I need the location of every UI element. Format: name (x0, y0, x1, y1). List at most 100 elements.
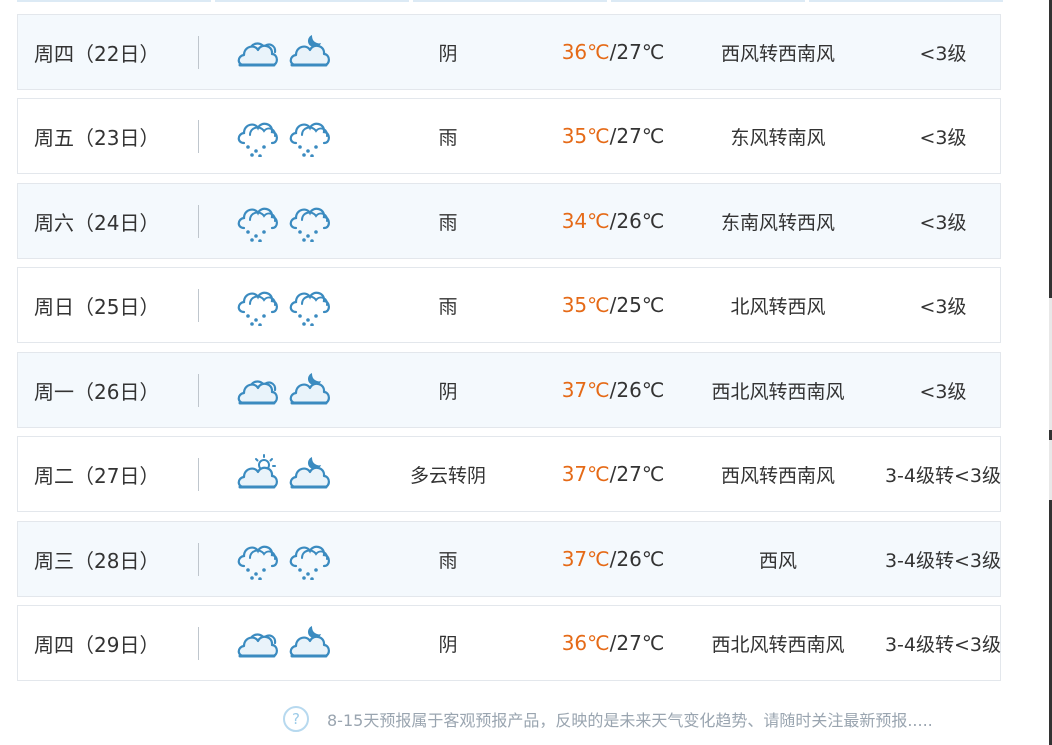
weather-icons (234, 451, 338, 495)
day-label: 周二（27日） (34, 463, 160, 488)
weather-icons (234, 620, 338, 664)
weather-description: 雨 (438, 126, 458, 149)
temp-high: 35℃ (561, 293, 610, 317)
divider (198, 458, 199, 491)
weather-description: 阴 (438, 380, 458, 403)
day-label: 周六（24日） (34, 210, 160, 235)
partly-cloudy-icon (237, 454, 278, 489)
temp-low: /27℃ (609, 124, 665, 148)
weather-description: 阴 (438, 633, 458, 656)
forecast-row: 周二（27日） 多云转阴 37℃/27℃ 西风转西南风 3-4级转<3级 (17, 436, 1001, 512)
wind-direction: 北风转西风 (730, 295, 826, 318)
temperature: 35℃/27℃ (538, 124, 688, 148)
weather-icons (234, 536, 338, 580)
wind-level: <3级 (919, 295, 967, 318)
tab-indicator (611, 0, 805, 2)
wind-level: <3级 (919, 211, 967, 234)
tab-indicator (17, 0, 211, 2)
divider (198, 205, 199, 238)
temp-low: /27℃ (609, 631, 665, 655)
temp-low: /26℃ (609, 378, 665, 402)
weather-icons (234, 367, 338, 411)
temp-low: /26℃ (609, 547, 665, 571)
temp-high: 36℃ (561, 631, 610, 655)
weather-icons (234, 198, 338, 242)
weather-icons (234, 113, 338, 157)
temperature: 35℃/25℃ (538, 293, 688, 317)
divider (198, 374, 199, 407)
wind-direction: 西北风转西南风 (711, 633, 845, 656)
temp-high: 37℃ (561, 462, 610, 486)
forecast-row: 周六（24日） 雨 34℃/26℃ 东南风转西风 <3级 (17, 183, 1001, 259)
forecast-disclaimer: ? 8-15天预报属于客观预报产品，反映的是未来天气变化趋势、请随时关注最新预报… (283, 704, 933, 734)
rain-icon (237, 545, 278, 580)
day-label: 周一（26日） (34, 379, 160, 404)
divider (198, 36, 199, 69)
tab-indicator (215, 0, 409, 2)
wind-direction: 东风转南风 (730, 126, 826, 149)
day-label: 周四（29日） (34, 632, 160, 657)
overcast-icon (237, 42, 278, 67)
temp-high: 36℃ (561, 40, 610, 64)
wind-level: <3级 (919, 42, 967, 65)
tab-strip (17, 0, 1003, 2)
day-label: 周日（25日） (34, 294, 160, 319)
day-label: 周三（28日） (34, 548, 160, 573)
divider (198, 289, 199, 322)
day-label: 周五（23日） (34, 125, 160, 150)
wind-direction: 西北风转西南风 (711, 380, 845, 403)
cloudy-night-icon (289, 457, 330, 489)
forecast-row: 周三（28日） 雨 37℃/26℃ 西风 3-4级转<3级 (17, 521, 1001, 597)
rain-icon (289, 207, 330, 242)
wind-direction: 东南风转西风 (720, 211, 835, 234)
weather-description: 雨 (438, 549, 458, 572)
divider (198, 120, 199, 153)
tab-indicator (413, 0, 607, 2)
overcast-icon (237, 633, 278, 658)
rain-icon (237, 207, 278, 242)
question-icon[interactable]: ? (283, 706, 309, 732)
tab-indicator (809, 0, 1003, 2)
temperature: 34℃/26℃ (538, 209, 688, 233)
weather-icons (234, 29, 338, 73)
temp-low: /27℃ (609, 40, 665, 64)
forecast-row: 周五（23日） 雨 35℃/27℃ 东风转南风 <3级 (17, 98, 1001, 174)
forecast-row: 周四（22日） 阴 36℃/27℃ 西风转西南风 <3级 (17, 14, 1001, 90)
temperature: 36℃/27℃ (538, 631, 688, 655)
forecast-row: 周一（26日） 阴 37℃/26℃ 西北风转西南风 <3级 (17, 352, 1001, 428)
temperature: 37℃/26℃ (538, 378, 688, 402)
wind-level: <3级 (919, 380, 967, 403)
wind-level: 3-4级转<3级 (884, 464, 1002, 487)
wind-direction: 西风转西南风 (720, 464, 835, 487)
weather-icons (234, 282, 338, 326)
weather-description: 阴 (438, 42, 458, 65)
rain-icon (289, 291, 330, 326)
temp-high: 37℃ (561, 547, 610, 571)
rain-icon (237, 122, 278, 157)
temperature: 37℃/27℃ (538, 462, 688, 486)
forecast-row: 周日（25日） 雨 35℃/25℃ 北风转西风 <3级 (17, 267, 1001, 343)
divider (198, 627, 199, 660)
cloudy-night-icon (289, 626, 330, 658)
divider (198, 543, 199, 576)
rain-icon (289, 122, 330, 157)
wind-level: 3-4级转<3级 (884, 633, 1002, 656)
overcast-icon (237, 380, 278, 405)
day-label: 周四（22日） (34, 41, 160, 66)
temp-high: 37℃ (561, 378, 610, 402)
forecast-row: 周四（29日） 阴 36℃/27℃ 西北风转西南风 3-4级转<3级 (17, 605, 1001, 681)
temp-low: /25℃ (609, 293, 665, 317)
temp-low: /27℃ (609, 462, 665, 486)
temp-high: 34℃ (561, 209, 610, 233)
temperature: 37℃/26℃ (538, 547, 688, 571)
wind-level: <3级 (919, 126, 967, 149)
weather-description: 雨 (438, 211, 458, 234)
wind-direction: 西风转西南风 (720, 42, 835, 65)
temp-low: /26℃ (609, 209, 665, 233)
disclaimer-text: 8-15天预报属于客观预报产品，反映的是未来天气变化趋势、请随时关注最新预报..… (327, 711, 933, 730)
weather-description: 雨 (438, 295, 458, 318)
wind-direction: 西风 (758, 549, 797, 572)
temp-high: 35℃ (561, 124, 610, 148)
cloudy-night-icon (289, 35, 330, 67)
weather-description: 多云转阴 (409, 464, 486, 487)
